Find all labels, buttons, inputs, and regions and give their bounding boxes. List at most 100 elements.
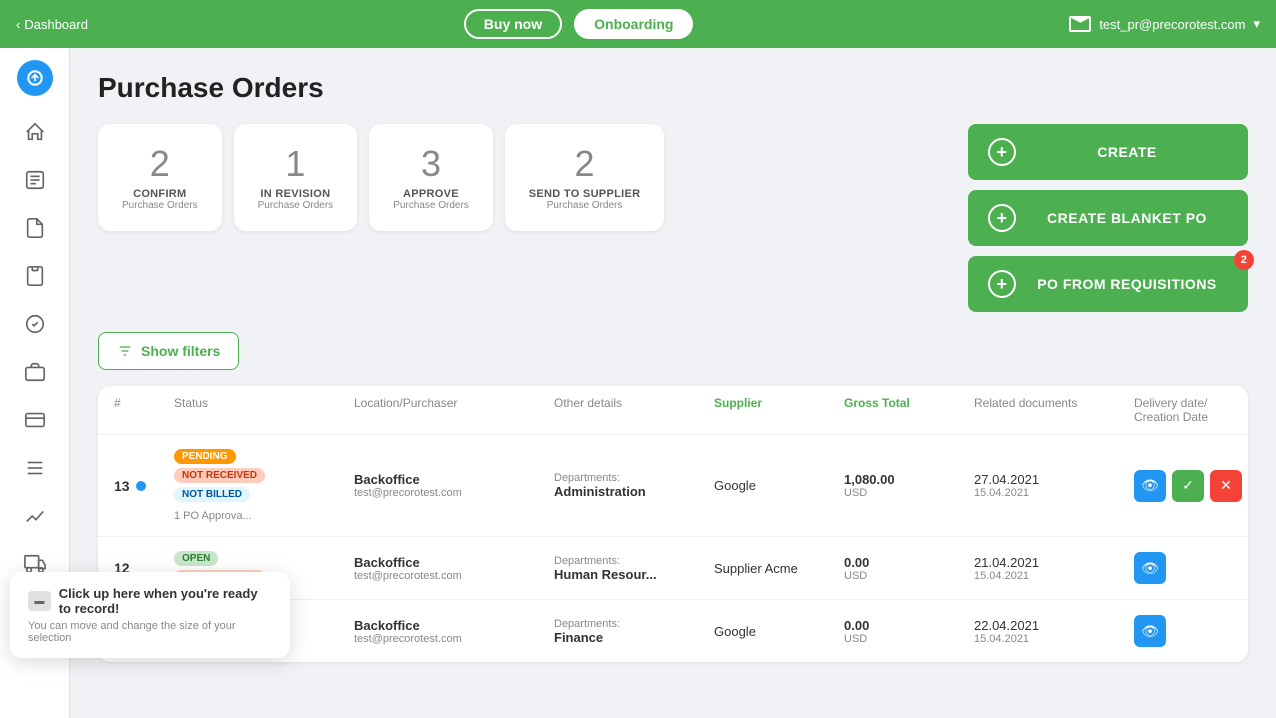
dept-label: Departments: <box>554 618 714 630</box>
dept-name: Human Resour... <box>554 567 714 582</box>
tooltip-sub: You can move and change the size of your… <box>28 620 272 644</box>
col-supplier: Supplier <box>714 396 844 424</box>
col-num: # <box>114 396 174 424</box>
stats-actions-row: 2 CONFIRM Purchase Orders 1 IN REVISION … <box>98 124 1248 312</box>
back-to-dashboard[interactable]: ‹ Dashboard <box>16 17 88 32</box>
approve-button[interactable]: ✓ <box>1172 470 1204 502</box>
stat-sublabel: Purchase Orders <box>122 200 198 211</box>
total-amount: 0.00 <box>844 555 974 570</box>
purchaser-col: Backoffice test@precorotest.com <box>354 618 554 645</box>
action-label: CREATE <box>1026 144 1228 160</box>
sidebar-item-list[interactable] <box>15 448 55 488</box>
stat-number: 3 <box>393 144 469 184</box>
total-amount: 0.00 <box>844 618 974 633</box>
total-col: 0.00 USD <box>844 555 974 582</box>
approval-text: 1 PO Approva... <box>174 510 354 522</box>
row-actions: 👁 <box>1134 615 1248 647</box>
onboarding-button[interactable]: Onboarding <box>574 9 693 39</box>
action-button-0[interactable]: + CREATE <box>968 124 1248 180</box>
dept-col: Departments: Finance <box>554 618 714 645</box>
date-col: 27.04.2021 15.04.2021 <box>974 472 1134 499</box>
filter-icon <box>117 343 133 359</box>
purchaser-name: Backoffice <box>354 618 554 633</box>
delivery-date: 21.04.2021 <box>974 555 1134 570</box>
total-currency: USD <box>844 487 974 499</box>
stat-number: 2 <box>529 144 641 184</box>
total-col: 1,080.00 USD <box>844 472 974 499</box>
creation-date: 15.04.2021 <box>974 633 1134 645</box>
stat-card-3[interactable]: 2 SEND TO SUPPLIER Purchase Orders <box>505 124 665 231</box>
delivery-date: 27.04.2021 <box>974 472 1134 487</box>
row-actions: 👁 <box>1134 552 1248 584</box>
stats-cards: 2 CONFIRM Purchase Orders 1 IN REVISION … <box>98 124 952 231</box>
show-filters-button[interactable]: Show filters <box>98 332 239 370</box>
buy-now-button[interactable]: Buy now <box>464 9 562 39</box>
plus-icon: + <box>988 138 1016 166</box>
status-badge: NOT RECEIVED <box>174 468 265 483</box>
col-status: Status <box>174 396 354 424</box>
purchaser-email: test@precorotest.com <box>354 570 554 582</box>
status-badge: NOT BILLED <box>174 487 250 502</box>
reject-button[interactable]: ✕ <box>1210 470 1242 502</box>
mail-icon <box>1069 16 1091 32</box>
stat-card-1[interactable]: 1 IN REVISION Purchase Orders <box>234 124 358 231</box>
app-logo[interactable] <box>17 60 53 96</box>
view-button[interactable]: 👁 <box>1134 470 1166 502</box>
purchaser-email: test@precorotest.com <box>354 633 554 645</box>
stat-label: CONFIRM <box>122 188 198 200</box>
sidebar-item-home[interactable] <box>15 112 55 152</box>
col-gross-total: Gross Total <box>844 396 974 424</box>
total-amount: 1,080.00 <box>844 472 974 487</box>
date-col: 21.04.2021 15.04.2021 <box>974 555 1134 582</box>
plus-icon: + <box>988 204 1016 232</box>
purchaser-col: Backoffice test@precorotest.com <box>354 472 554 499</box>
stat-sublabel: Purchase Orders <box>529 200 641 211</box>
stat-label: APPROVE <box>393 188 469 200</box>
stat-card-2[interactable]: 3 APPROVE Purchase Orders <box>369 124 493 231</box>
row-number: 13 <box>114 478 174 494</box>
sidebar-item-orders[interactable] <box>15 160 55 200</box>
row-actions: 👁✓✕ <box>1134 470 1248 502</box>
page-title: Purchase Orders <box>98 72 1248 104</box>
delivery-date: 22.04.2021 <box>974 618 1134 633</box>
supplier-col: Supplier Acme <box>714 561 844 576</box>
dept-label: Departments: <box>554 472 714 484</box>
action-button-2[interactable]: + PO FROM REQUISITIONS 2 <box>968 256 1248 312</box>
stat-number: 2 <box>122 144 198 184</box>
sidebar-item-analytics[interactable] <box>15 496 55 536</box>
stat-card-0[interactable]: 2 CONFIRM Purchase Orders <box>98 124 222 231</box>
top-navigation: ‹ Dashboard Buy now Onboarding test_pr@p… <box>0 0 1276 48</box>
sidebar-item-cards[interactable] <box>15 400 55 440</box>
purchaser-name: Backoffice <box>354 555 554 570</box>
tooltip-overlay: ▬ Click up here when you're ready to rec… <box>10 572 290 658</box>
tooltip-header: ▬ Click up here when you're ready to rec… <box>28 586 272 616</box>
action-button-1[interactable]: + CREATE BLANKET PO <box>968 190 1248 246</box>
badges-col: PENDING NOT RECEIVED NOT BILLED 1 PO Appro… <box>174 449 354 522</box>
view-button[interactable]: 👁 <box>1134 615 1166 647</box>
tooltip-icon: ▬ <box>28 591 51 611</box>
sidebar-item-check[interactable] <box>15 304 55 344</box>
action-label: CREATE BLANKET PO <box>1026 210 1228 226</box>
status-badge: PENDING <box>174 449 236 464</box>
total-col: 0.00 USD <box>844 618 974 645</box>
dept-col: Departments: Administration <box>554 472 714 499</box>
purchaser-name: Backoffice <box>354 472 554 487</box>
purchaser-col: Backoffice test@precorotest.com <box>354 555 554 582</box>
total-currency: USD <box>844 633 974 645</box>
dept-name: Administration <box>554 484 714 499</box>
plus-icon: + <box>988 270 1016 298</box>
user-menu[interactable]: test_pr@precorotest.com ▾ <box>1069 16 1260 32</box>
sidebar-item-documents[interactable] <box>15 208 55 248</box>
sidebar-item-inventory[interactable] <box>15 352 55 392</box>
view-button[interactable]: 👁 <box>1134 552 1166 584</box>
stat-sublabel: Purchase Orders <box>393 200 469 211</box>
unread-dot <box>136 481 146 491</box>
creation-date: 15.04.2021 <box>974 487 1134 499</box>
table-row: 13 PENDING NOT RECEIVED NOT BILLED 1 PO Ap… <box>98 435 1248 537</box>
sidebar-item-clipboard[interactable] <box>15 256 55 296</box>
actions-column: + CREATE + CREATE BLANKET PO + PO FROM R… <box>968 124 1248 312</box>
action-label: PO FROM REQUISITIONS <box>1026 276 1228 292</box>
dept-name: Finance <box>554 630 714 645</box>
status-badge: OPEN <box>174 551 218 566</box>
dept-col: Departments: Human Resour... <box>554 555 714 582</box>
